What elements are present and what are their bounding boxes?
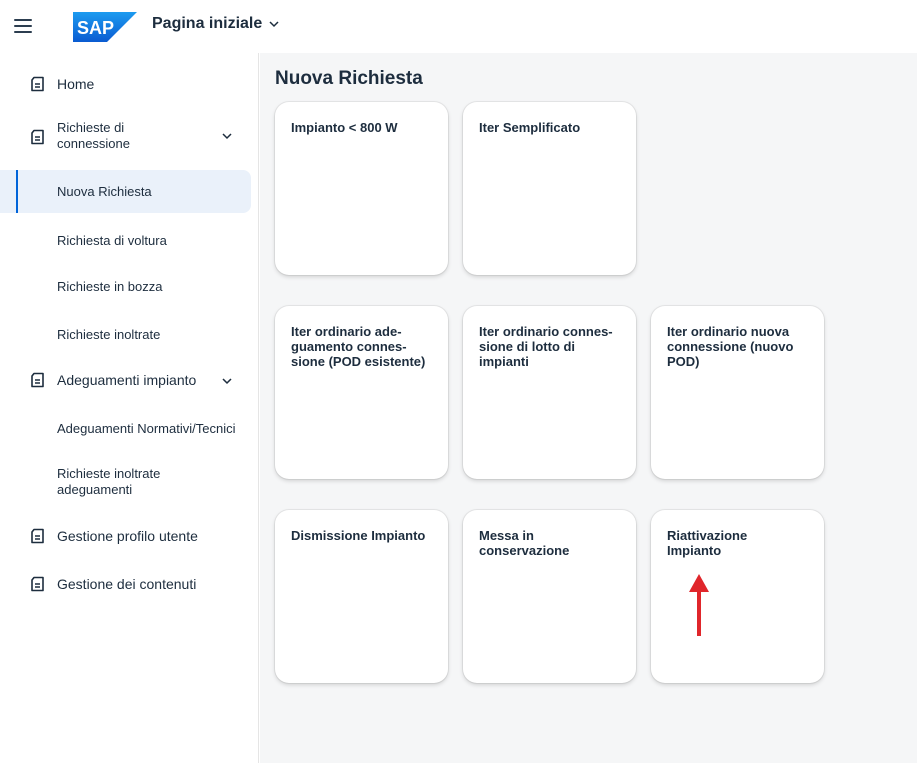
nav-item-richieste-connessione[interactable]: Richieste di connessione [0, 113, 259, 157]
nav-item-label: Richieste inoltrate [57, 327, 161, 342]
nav-item-label: Richiesta di voltura [57, 233, 167, 248]
nav-item-label: Gestione profilo utente [57, 528, 198, 544]
page-title: Nuova Richiesta [275, 68, 423, 89]
chevron-down-icon[interactable] [221, 130, 233, 142]
red-arrow-up-icon [689, 574, 709, 636]
nav-item-label: Richieste inoltrate adeguamenti [57, 466, 161, 497]
shell-bar: SAP Pagina iniziale [0, 0, 917, 53]
home-title-menu[interactable]: Pagina iniziale [152, 15, 280, 33]
tile-title: Iter ordinario ade- guamento connes- sio… [291, 324, 426, 369]
nav-item-gestione-profilo[interactable]: Gestione profilo utente [0, 523, 259, 549]
nav-item-richieste-bozza[interactable]: Richieste in bozza [0, 273, 259, 299]
nav-item-label: Richieste in bozza [57, 279, 163, 294]
nav-item-label: Adeguamenti impianto [57, 372, 197, 388]
nav-item-label: Gestione dei contenuti [57, 576, 197, 592]
hamburger-menu-icon[interactable] [14, 17, 32, 35]
sap-logo[interactable]: SAP [73, 12, 137, 42]
document-icon [31, 528, 44, 544]
home-title-text: Pagina iniziale [152, 15, 263, 32]
nav-item-label: Home [57, 76, 95, 92]
tile-iter-adeguamento[interactable]: Iter ordinario ade- guamento connes- sio… [275, 306, 448, 479]
chevron-down-icon [269, 21, 279, 28]
tile-title: Messa in conservazione [479, 528, 570, 558]
tile-dismissione-impianto[interactable]: Dismissione Impianto [275, 510, 448, 683]
side-navigation: Home Richieste di connessione Nuova Rich… [0, 53, 259, 763]
tile-title: Iter Semplificato [479, 120, 581, 135]
nav-item-richieste-inoltrate-adeguamenti[interactable]: Richieste inoltrate adeguamenti [0, 462, 259, 502]
document-icon [31, 129, 44, 145]
tile-iter-lotto-impianti[interactable]: Iter ordinario connes- sione di lotto di… [463, 306, 636, 479]
main-content: Nuova Richiesta Impianto < 800 W Iter Se… [260, 53, 917, 763]
svg-text:SAP: SAP [77, 18, 114, 38]
chevron-down-icon[interactable] [221, 375, 233, 387]
tile-title: Iter ordinario connes- sione di lotto di… [479, 324, 613, 369]
tile-title: Impianto < 800 W [291, 120, 398, 135]
nav-item-adeguamenti-normativi[interactable]: Adeguamenti Normativi/Tecnici [0, 415, 259, 441]
nav-item-label: Richieste di connessione [57, 120, 130, 151]
tile-impianto-800w[interactable]: Impianto < 800 W [275, 102, 448, 275]
document-icon [31, 576, 44, 592]
tile-messa-conservazione[interactable]: Messa in conservazione [463, 510, 636, 683]
nav-item-nuova-richiesta[interactable]: Nuova Richiesta [0, 170, 251, 213]
tile-title: Riattivazione Impianto [667, 528, 748, 558]
tile-title: Dismissione Impianto [291, 528, 426, 543]
document-icon [31, 372, 44, 388]
tile-riattivazione-impianto[interactable]: Riattivazione Impianto [651, 510, 824, 683]
nav-item-richiesta-voltura[interactable]: Richiesta di voltura [0, 227, 259, 253]
tile-title: Iter ordinario nuova connessione (nuovo … [667, 324, 794, 369]
tile-iter-semplificato[interactable]: Iter Semplificato [463, 102, 636, 275]
nav-item-gestione-contenuti[interactable]: Gestione dei contenuti [0, 571, 259, 597]
document-icon [31, 76, 44, 92]
tile-iter-nuova-connessione[interactable]: Iter ordinario nuova connessione (nuovo … [651, 306, 824, 479]
nav-item-home[interactable]: Home [0, 71, 259, 97]
nav-item-richieste-inoltrate[interactable]: Richieste inoltrate [0, 321, 259, 347]
nav-item-label: Nuova Richiesta [57, 184, 152, 199]
nav-item-label: Adeguamenti Normativi/Tecnici [57, 421, 236, 436]
nav-item-adeguamenti-impianto[interactable]: Adeguamenti impianto [0, 367, 259, 393]
